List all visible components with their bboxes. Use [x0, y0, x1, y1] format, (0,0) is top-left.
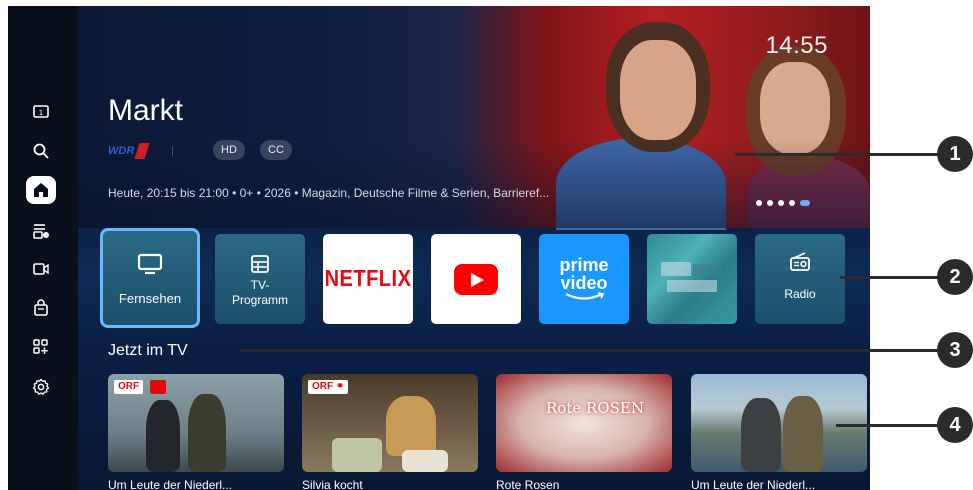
search-icon: [33, 143, 49, 159]
sidebar-item-search[interactable]: [26, 137, 56, 165]
input-source-icon: 1: [33, 105, 49, 118]
hero-info: Heute, 20:15 bis 21:00 • 0+ • 2026 • Mag…: [108, 186, 550, 200]
thumb-figure: [146, 400, 180, 472]
callout-line-4: [836, 424, 942, 427]
thumbnail-title: Um Leute der Niederl...: [691, 478, 816, 490]
blurred-patch: [667, 280, 717, 292]
blurred-app-icon: [661, 262, 691, 276]
thumbnail-card[interactable]: [691, 374, 867, 472]
channel-logo-sub: [172, 146, 203, 156]
hd-mark: [150, 380, 166, 394]
recording-icon: [33, 263, 49, 275]
thumb-pot: [402, 450, 448, 472]
guide-icon: [33, 224, 49, 239]
thumb-figure: [386, 396, 436, 456]
thumbnail-title: Rote Rosen: [496, 478, 560, 490]
callout-1: 1: [937, 136, 973, 172]
tv-icon: [137, 253, 163, 275]
channel-logo-text: WDR: [108, 145, 135, 157]
rote-rosen-logo: Rote ROSEN: [546, 399, 644, 417]
thumbnail-card[interactable]: ORF: [108, 374, 284, 472]
prime-video-logo: prime video: [559, 255, 609, 293]
home-icon: [34, 183, 48, 197]
clock: 14:55: [765, 32, 828, 59]
prime-smile-icon: [565, 292, 605, 300]
app-radio[interactable]: Radio: [755, 234, 845, 324]
channel-badge: ORF ⚭: [308, 380, 349, 394]
thumbnail-card[interactable]: ORF ⚭: [302, 374, 478, 472]
section-title: Jetzt im TV: [108, 342, 188, 359]
sidebar-item-input[interactable]: 1: [26, 98, 56, 126]
wdr-logo-mark: [134, 143, 150, 159]
app-netflix[interactable]: NETFLIX: [323, 234, 413, 324]
sidebar: 1: [8, 6, 78, 490]
channel-logo: WDR: [108, 140, 203, 162]
channel-badge: ORF: [114, 380, 144, 394]
carousel-dot[interactable]: [789, 200, 795, 206]
add-apps-icon: [33, 339, 48, 354]
thumb-pot: [332, 438, 382, 472]
youtube-logo: [454, 263, 498, 295]
sidebar-item-apps[interactable]: [26, 333, 56, 361]
thumb-figure: [783, 396, 823, 472]
callout-line-1: [735, 153, 941, 156]
sidebar-item-home[interactable]: [26, 176, 56, 204]
sidebar-item-store[interactable]: [26, 294, 56, 322]
app-youtube[interactable]: [431, 234, 521, 324]
app-radio-label: Radio: [784, 287, 816, 301]
carousel-dot-active[interactable]: [800, 200, 810, 206]
app-fernsehen-label: Fernsehen: [118, 291, 182, 306]
callout-3: 3: [937, 332, 973, 368]
app-tv-programm-label: TV- Programm: [231, 278, 288, 307]
thumb-figure: [188, 394, 226, 472]
carousel-dot[interactable]: [767, 200, 773, 206]
app-prime-video[interactable]: prime video: [539, 234, 629, 324]
tv-home-screen: 14:55 Markt WDR HD CC Heute, 20:15 bis 2…: [8, 6, 870, 490]
svg-text:1: 1: [39, 109, 43, 117]
carousel-indicator[interactable]: [756, 200, 810, 206]
app-fernsehen[interactable]: Fernsehen: [100, 228, 200, 328]
sidebar-item-recordings[interactable]: [26, 255, 56, 283]
thumbnail-card[interactable]: Rote ROSEN: [496, 374, 672, 472]
netflix-logo: NETFLIX: [324, 265, 412, 292]
cc-badge: CC: [260, 140, 292, 160]
blurred-patch: [693, 264, 721, 276]
hd-badge: HD: [213, 140, 245, 160]
thumbnail-title: Um Leute der Niederl...: [108, 478, 233, 490]
store-icon: [34, 299, 48, 316]
frame-left: [0, 0, 8, 490]
callout-line-3: [240, 349, 942, 352]
app-blurred[interactable]: [647, 234, 737, 324]
carousel-dot[interactable]: [756, 200, 762, 206]
app-tv-programm[interactable]: TV- Programm: [215, 234, 305, 324]
settings-icon: [32, 378, 50, 395]
hero-title: Markt: [108, 94, 183, 127]
callout-4: 4: [937, 407, 973, 443]
callout-line-2: [840, 276, 942, 279]
sidebar-item-settings[interactable]: [26, 373, 56, 401]
callout-2: 2: [937, 259, 973, 295]
carousel-dot[interactable]: [778, 200, 784, 206]
thumb-figure: [741, 398, 781, 472]
program-guide-icon: [251, 255, 269, 273]
thumbnail-title: Silvia kocht: [302, 478, 363, 490]
radio-icon: [790, 252, 810, 271]
sidebar-item-guide[interactable]: [26, 217, 56, 245]
